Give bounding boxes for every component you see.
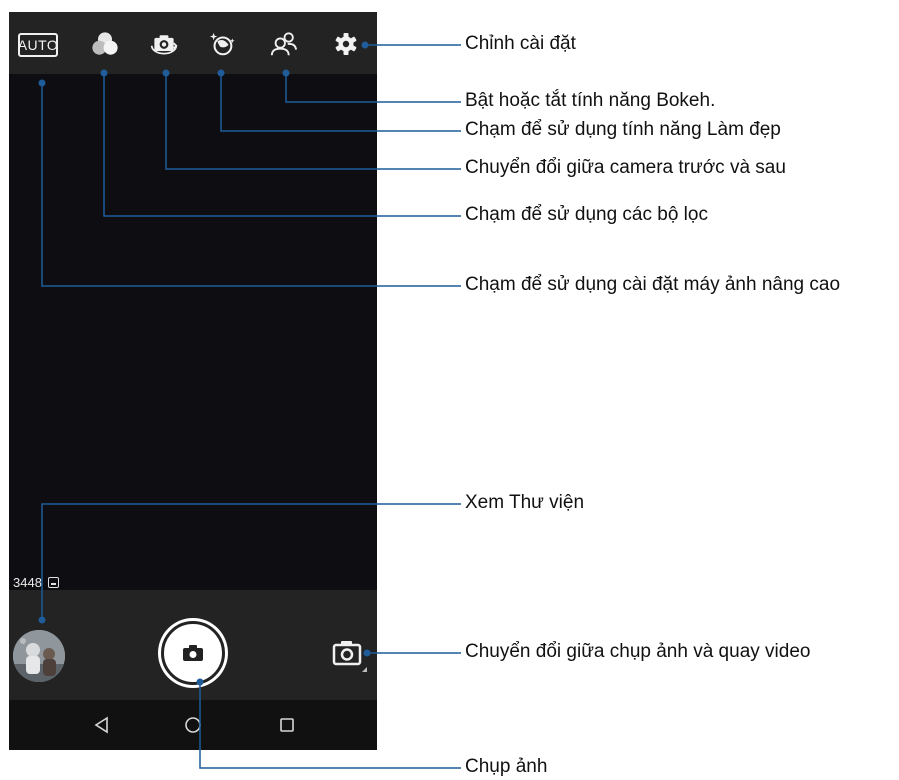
callout-lines — [38, 41, 461, 769]
callout-settings: Chỉnh cài đặt — [465, 33, 576, 54]
callout-photo-video: Chuyển đổi giữa chụp ảnh và quay video — [465, 641, 811, 662]
callout-advanced-settings: Chạm để sử dụng cài đặt máy ảnh nâng cao — [465, 274, 841, 295]
callout-switch-camera: Chuyển đổi giữa camera trước và sau — [465, 157, 786, 178]
callout-capture: Chụp ảnh — [465, 756, 548, 777]
callout-beauty: Chạm để sử dụng tính năng Làm đẹp — [465, 119, 781, 140]
callout-gallery: Xem Thư viện — [465, 492, 585, 513]
callout-filters: Chạm để sử dụng các bộ lọc — [465, 204, 708, 225]
callout-bokeh: Bật hoặc tắt tính năng Bokeh. — [465, 90, 716, 111]
